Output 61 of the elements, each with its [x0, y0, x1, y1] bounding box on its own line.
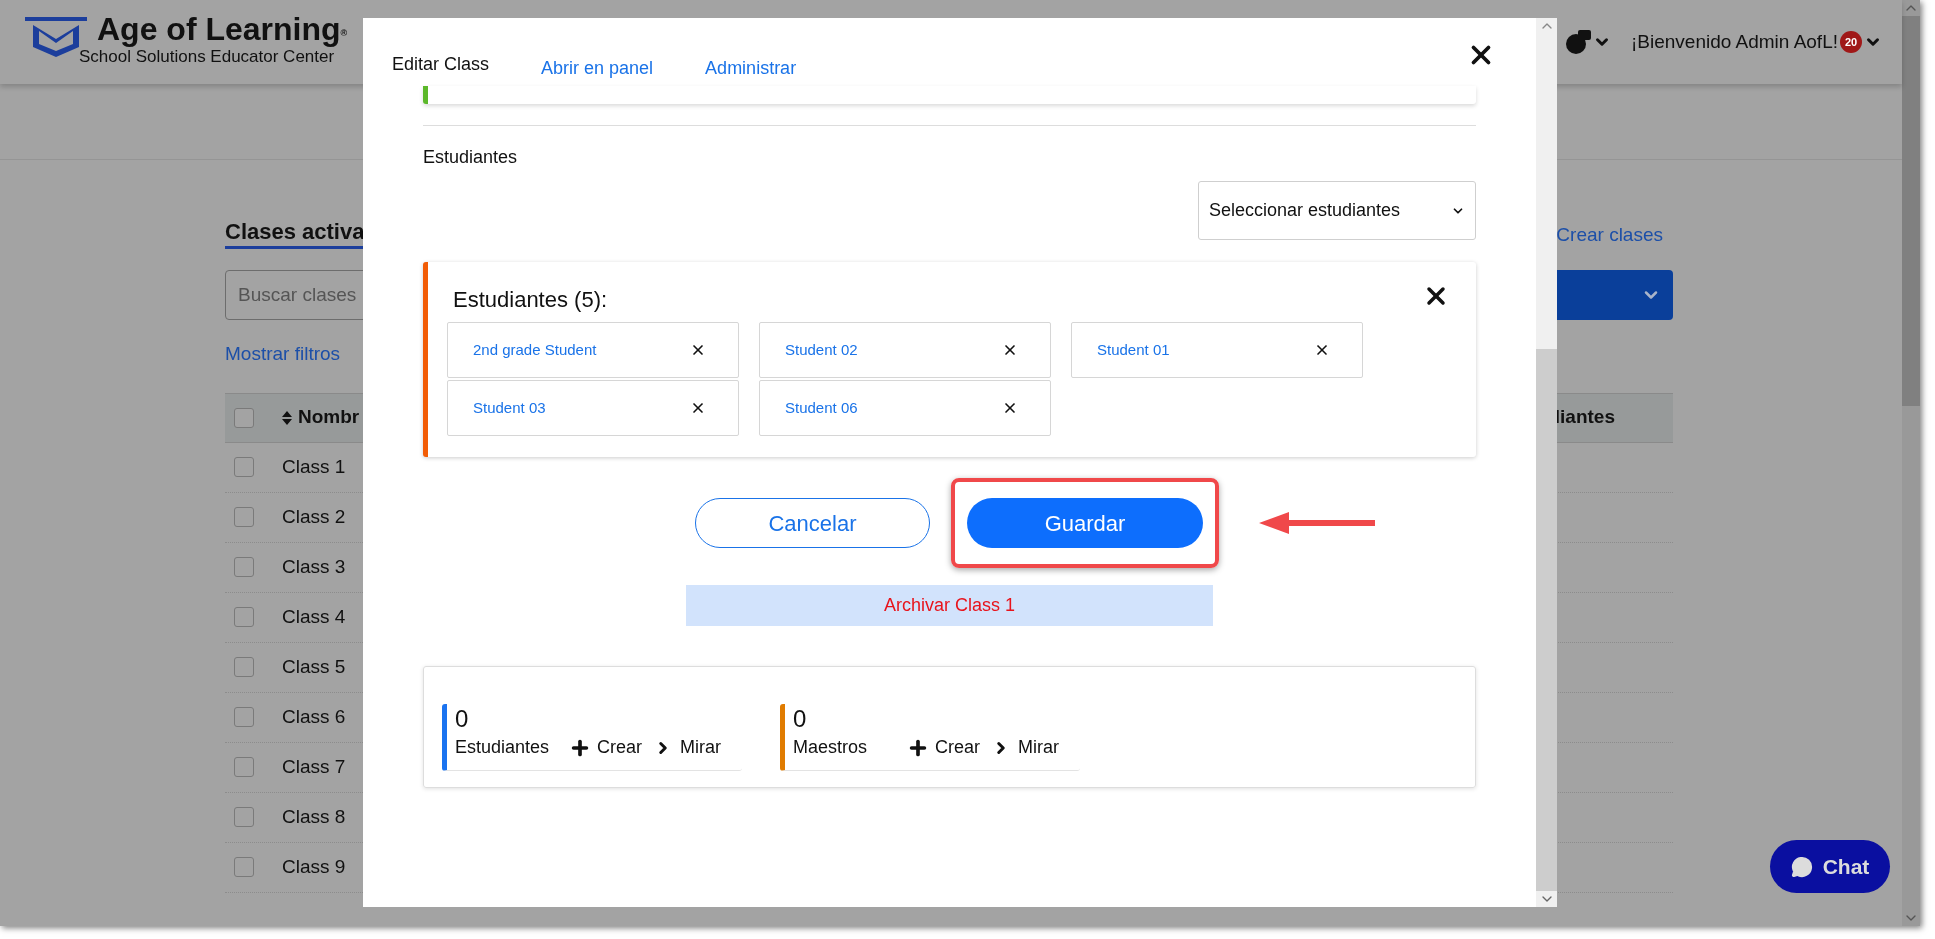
table-cell-text: Class 7 [282, 754, 346, 779]
stat-label: Maestros [793, 736, 869, 759]
table-cell-text: Class 3 [282, 554, 346, 579]
table-cell-text: Class 2 [282, 504, 346, 529]
section-label: Estudiantes [423, 146, 519, 169]
table-cell-text: Class 5 [282, 654, 346, 679]
table-cell-text: Class 9 [282, 854, 346, 879]
checkbox[interactable] [234, 807, 254, 827]
globe-chat-icon[interactable] [1564, 29, 1591, 55]
table-cell-text: Class 4 [282, 604, 346, 629]
checkbox[interactable] [234, 757, 254, 777]
stat-count: 0 [793, 704, 808, 734]
create-link[interactable]: Crear [597, 734, 642, 761]
dialog-tab[interactable]: Editar Class [392, 51, 490, 78]
view-link[interactable]: Mirar [1018, 734, 1059, 761]
remove-icon[interactable] [690, 400, 706, 416]
dialog-tab[interactable]: Abrir en panel [541, 55, 654, 82]
arrow-icon [1259, 511, 1377, 535]
student-select[interactable]: Seleccionar estudiantes [1198, 181, 1476, 240]
checkbox[interactable] [234, 857, 254, 877]
stat-count: 0 [455, 704, 470, 734]
view-link[interactable]: Mirar [680, 734, 721, 761]
notification-badge: 20 [1840, 31, 1862, 53]
table-cell-text: Class 6 [282, 704, 346, 729]
remove-icon[interactable] [1002, 400, 1018, 416]
student-chip: Student 02 [759, 322, 1051, 378]
archive-button[interactable]: Archivar Class 1 [686, 585, 1213, 626]
cancel-button[interactable]: Cancelar [695, 498, 930, 548]
column-header[interactable]: Nombr [298, 403, 360, 432]
save-button[interactable]: Guardar [967, 498, 1203, 548]
page-scrollbar[interactable] [1902, 0, 1920, 926]
checkbox[interactable] [234, 507, 254, 527]
dialog-tab[interactable]: Administrar [705, 55, 797, 82]
welcome-text[interactable]: ¡Bienvenido Admin AofL! [1630, 27, 1838, 57]
checkbox[interactable] [234, 657, 254, 677]
create-link[interactable]: Crear [935, 734, 980, 761]
card-title: Estudiantes (5): [453, 286, 608, 314]
column-header: liantes [1554, 405, 1615, 430]
stat-label: Estudiantes [455, 736, 551, 759]
student-chip: Student 06 [759, 380, 1051, 436]
checkbox[interactable] [234, 407, 254, 428]
brand-subtitle: School Solutions Educator Center [79, 47, 336, 67]
checkbox[interactable] [234, 607, 254, 627]
student-chip: 2nd grade Student [447, 322, 739, 378]
remove-icon[interactable] [690, 342, 706, 358]
checkbox[interactable] [234, 707, 254, 727]
scrollbar[interactable] [1536, 18, 1557, 907]
student-chip: Student 01 [1071, 322, 1363, 378]
remove-icon[interactable] [1314, 342, 1330, 358]
remove-icon[interactable] [1002, 342, 1018, 358]
checkbox[interactable] [234, 457, 254, 477]
table-cell-text: Class 8 [282, 804, 346, 829]
scroll-thumb[interactable] [1902, 16, 1920, 406]
chat-bubble-icon [1790, 855, 1813, 878]
table-cell-text: Class 1 [282, 454, 346, 479]
checkbox[interactable] [234, 557, 254, 577]
student-chip: Student 03 [447, 380, 739, 436]
brand-name: Age of Learning$^{®}$ [97, 11, 348, 47]
sort-icon[interactable] [282, 410, 292, 425]
chat-button[interactable]: Chat [1770, 840, 1890, 893]
scroll-thumb[interactable] [1536, 349, 1557, 891]
